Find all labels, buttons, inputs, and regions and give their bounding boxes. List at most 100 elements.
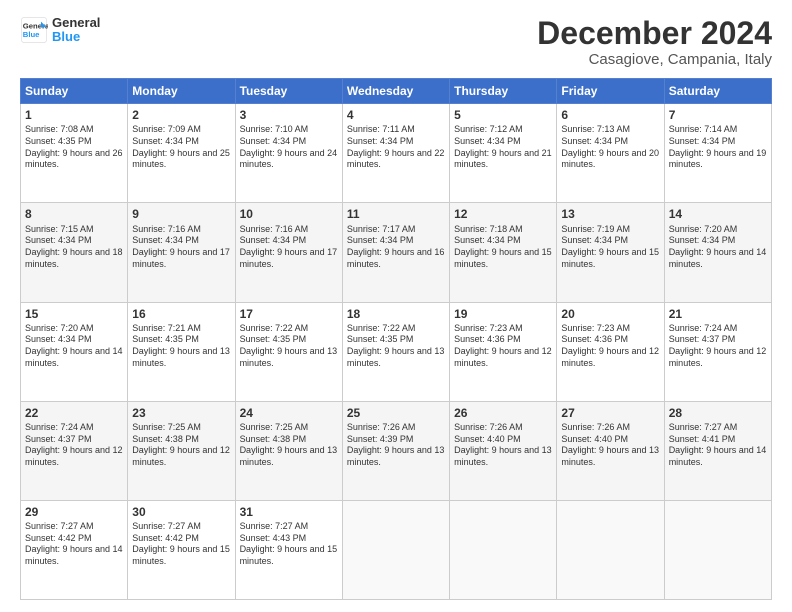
calendar-cell: 6Sunrise: 7:13 AMSunset: 4:34 PMDaylight… [557,104,664,203]
day-number: 9 [132,206,230,222]
day-info: Sunrise: 7:12 AMSunset: 4:34 PMDaylight:… [454,124,552,171]
day-info: Sunrise: 7:24 AMSunset: 4:37 PMDaylight:… [25,422,123,469]
day-info: Sunrise: 7:27 AMSunset: 4:43 PMDaylight:… [240,521,338,568]
day-number: 29 [25,504,123,520]
day-number: 5 [454,107,552,123]
calendar-cell: 25Sunrise: 7:26 AMSunset: 4:39 PMDayligh… [342,401,449,500]
calendar-cell: 1Sunrise: 7:08 AMSunset: 4:35 PMDaylight… [21,104,128,203]
calendar-cell: 5Sunrise: 7:12 AMSunset: 4:34 PMDaylight… [450,104,557,203]
day-number: 12 [454,206,552,222]
calendar-cell: 18Sunrise: 7:22 AMSunset: 4:35 PMDayligh… [342,302,449,401]
calendar-cell: 15Sunrise: 7:20 AMSunset: 4:34 PMDayligh… [21,302,128,401]
day-number: 6 [561,107,659,123]
day-info: Sunrise: 7:10 AMSunset: 4:34 PMDaylight:… [240,124,338,171]
day-info: Sunrise: 7:13 AMSunset: 4:34 PMDaylight:… [561,124,659,171]
calendar-cell: 7Sunrise: 7:14 AMSunset: 4:34 PMDaylight… [664,104,771,203]
day-number: 1 [25,107,123,123]
calendar-header-monday: Monday [128,79,235,104]
day-info: Sunrise: 7:17 AMSunset: 4:34 PMDaylight:… [347,224,445,271]
day-number: 27 [561,405,659,421]
calendar-cell: 20Sunrise: 7:23 AMSunset: 4:36 PMDayligh… [557,302,664,401]
day-info: Sunrise: 7:08 AMSunset: 4:35 PMDaylight:… [25,124,123,171]
day-number: 17 [240,306,338,322]
day-number: 15 [25,306,123,322]
calendar-header-saturday: Saturday [664,79,771,104]
day-number: 30 [132,504,230,520]
day-info: Sunrise: 7:27 AMSunset: 4:42 PMDaylight:… [25,521,123,568]
day-info: Sunrise: 7:26 AMSunset: 4:40 PMDaylight:… [561,422,659,469]
day-number: 18 [347,306,445,322]
calendar-cell [557,500,664,599]
logo-text-blue: Blue [52,30,100,44]
day-number: 14 [669,206,767,222]
day-info: Sunrise: 7:27 AMSunset: 4:42 PMDaylight:… [132,521,230,568]
calendar-header-friday: Friday [557,79,664,104]
calendar-cell: 16Sunrise: 7:21 AMSunset: 4:35 PMDayligh… [128,302,235,401]
day-info: Sunrise: 7:19 AMSunset: 4:34 PMDaylight:… [561,224,659,271]
calendar-header-tuesday: Tuesday [235,79,342,104]
day-info: Sunrise: 7:20 AMSunset: 4:34 PMDaylight:… [669,224,767,271]
week-row-2: 8Sunrise: 7:15 AMSunset: 4:34 PMDaylight… [21,203,772,302]
day-info: Sunrise: 7:09 AMSunset: 4:34 PMDaylight:… [132,124,230,171]
day-info: Sunrise: 7:22 AMSunset: 4:35 PMDaylight:… [347,323,445,370]
calendar-cell: 23Sunrise: 7:25 AMSunset: 4:38 PMDayligh… [128,401,235,500]
calendar-cell: 11 Sunrise: 7:17 AMSunset: 4:34 PMDayligh… [342,203,449,302]
week-row-5: 29Sunrise: 7:27 AMSunset: 4:42 PMDayligh… [21,500,772,599]
week-row-3: 15Sunrise: 7:20 AMSunset: 4:34 PMDayligh… [21,302,772,401]
calendar-cell: 4Sunrise: 7:11 AMSunset: 4:34 PMDaylight… [342,104,449,203]
svg-text:Blue: Blue [23,30,40,39]
day-number: 25 [347,405,445,421]
day-info: Sunrise: 7:26 AMSunset: 4:39 PMDaylight:… [347,422,445,469]
day-info: Sunrise: 7:18 AMSunset: 4:34 PMDaylight:… [454,224,552,271]
week-row-4: 22Sunrise: 7:24 AMSunset: 4:37 PMDayligh… [21,401,772,500]
calendar-cell: 3Sunrise: 7:10 AMSunset: 4:34 PMDaylight… [235,104,342,203]
day-info: Sunrise: 7:11 AMSunset: 4:34 PMDaylight:… [347,124,445,171]
calendar-cell: 17Sunrise: 7:22 AMSunset: 4:35 PMDayligh… [235,302,342,401]
calendar-cell: 19Sunrise: 7:23 AMSunset: 4:36 PMDayligh… [450,302,557,401]
day-info: Sunrise: 7:25 AMSunset: 4:38 PMDaylight:… [132,422,230,469]
day-number: 19 [454,306,552,322]
day-info: Sunrise: 7:27 AMSunset: 4:41 PMDaylight:… [669,422,767,469]
day-info: Sunrise: 7:25 AMSunset: 4:38 PMDaylight:… [240,422,338,469]
calendar-cell: 21Sunrise: 7:24 AMSunset: 4:37 PMDayligh… [664,302,771,401]
week-row-1: 1Sunrise: 7:08 AMSunset: 4:35 PMDaylight… [21,104,772,203]
calendar-cell: 29Sunrise: 7:27 AMSunset: 4:42 PMDayligh… [21,500,128,599]
calendar-header-sunday: Sunday [21,79,128,104]
calendar-cell: 2Sunrise: 7:09 AMSunset: 4:34 PMDaylight… [128,104,235,203]
day-number: 20 [561,306,659,322]
calendar-cell: 31Sunrise: 7:27 AMSunset: 4:43 PMDayligh… [235,500,342,599]
day-number: 23 [132,405,230,421]
day-number: 28 [669,405,767,421]
logo-text-general: General [52,16,100,30]
main-title: December 2024 [537,16,772,51]
day-number: 13 [561,206,659,222]
calendar-header-thursday: Thursday [450,79,557,104]
day-number: 22 [25,405,123,421]
calendar-header-row: SundayMondayTuesdayWednesdayThursdayFrid… [21,79,772,104]
calendar-cell: 24Sunrise: 7:25 AMSunset: 4:38 PMDayligh… [235,401,342,500]
top-section: General Blue General Blue December 2024 … [20,16,772,68]
calendar-cell: 14 Sunrise: 7:20 AMSunset: 4:34 PMDayligh… [664,203,771,302]
calendar-cell: 30Sunrise: 7:27 AMSunset: 4:42 PMDayligh… [128,500,235,599]
calendar-cell: 8Sunrise: 7:15 AMSunset: 4:34 PMDaylight… [21,203,128,302]
day-info: Sunrise: 7:26 AMSunset: 4:40 PMDaylight:… [454,422,552,469]
day-info: Sunrise: 7:16 AMSunset: 4:34 PMDaylight:… [240,224,338,271]
calendar-cell: 13 Sunrise: 7:19 AMSunset: 4:34 PMDayligh… [557,203,664,302]
logo-icon: General Blue [20,16,48,44]
page: General Blue General Blue December 2024 … [0,0,792,612]
calendar-cell: 9 Sunrise: 7:16 AMSunset: 4:34 PMDaylight… [128,203,235,302]
day-number: 3 [240,107,338,123]
day-info: Sunrise: 7:23 AMSunset: 4:36 PMDaylight:… [561,323,659,370]
calendar: SundayMondayTuesdayWednesdayThursdayFrid… [20,78,772,600]
subtitle: Casagiove, Campania, Italy [537,51,772,68]
calendar-cell [664,500,771,599]
day-info: Sunrise: 7:15 AMSunset: 4:34 PMDaylight:… [25,224,123,271]
day-info: Sunrise: 7:21 AMSunset: 4:35 PMDaylight:… [132,323,230,370]
calendar-cell: 10Sunrise: 7:16 AMSunset: 4:34 PMDayligh… [235,203,342,302]
day-number: 11 [347,206,445,222]
day-number: 2 [132,107,230,123]
day-number: 31 [240,504,338,520]
calendar-cell: 12 Sunrise: 7:18 AMSunset: 4:34 PMDayligh… [450,203,557,302]
day-info: Sunrise: 7:16 AMSunset: 4:34 PMDaylight:… [132,224,230,271]
day-info: Sunrise: 7:24 AMSunset: 4:37 PMDaylight:… [669,323,767,370]
